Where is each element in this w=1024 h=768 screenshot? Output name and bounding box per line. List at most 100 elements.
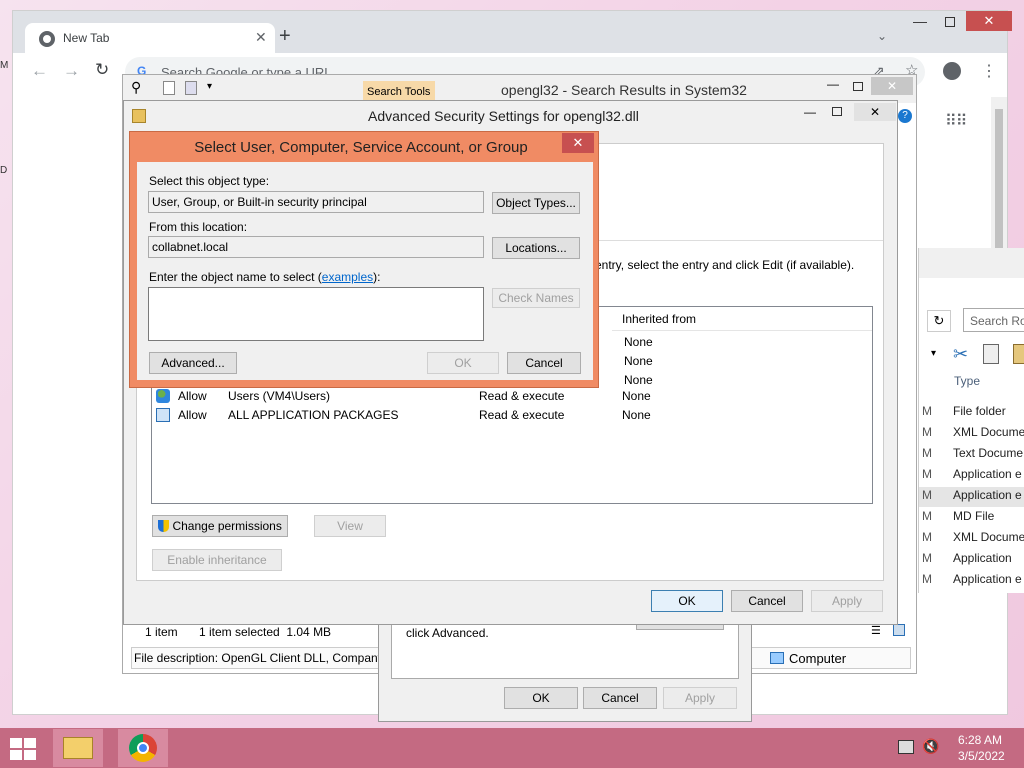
refresh-button[interactable]: ↻	[927, 310, 951, 332]
object-type-field: User, Group, or Built-in security princi…	[148, 191, 484, 213]
uac-shield-icon	[158, 520, 170, 532]
select-ok-button[interactable]: OK	[427, 352, 499, 374]
security-minimize[interactable]: —	[804, 105, 816, 119]
file-explorer-icon	[63, 737, 93, 759]
network-icon[interactable]	[898, 740, 914, 754]
enter-name-label: Enter the object name to select (example…	[149, 270, 380, 284]
tab-title: New Tab	[63, 31, 110, 45]
props-cancel-button[interactable]: Cancel	[583, 687, 657, 709]
chrome-icon	[39, 31, 55, 47]
file-row-type[interactable]: Application e	[953, 572, 1022, 586]
inherited-header-cell[interactable]: Inherited from	[612, 307, 872, 331]
object-name-textarea[interactable]	[148, 287, 484, 341]
details-view-icon[interactable]: ☰	[871, 624, 881, 637]
status-selected: 1 item selected 1.04 MB	[199, 625, 332, 639]
explorer-titlebar: ⚲ ▾ Search Tools opengl32 - Search Resul…	[123, 75, 916, 103]
back-button[interactable]: ←	[31, 61, 48, 81]
examples-link[interactable]: examples	[322, 270, 373, 284]
advanced-button[interactable]: Advanced...	[149, 352, 237, 374]
file-row-type[interactable]: Application	[953, 551, 1012, 565]
chrome-scrollbar[interactable]	[991, 97, 1007, 257]
file-row-type[interactable]: Text Docume	[953, 446, 1023, 460]
scrollbar-thumb[interactable]	[995, 109, 1003, 249]
profile-icon[interactable]	[943, 62, 961, 80]
tab-close-icon[interactable]: ✕	[255, 29, 267, 46]
security-close[interactable]: ✕	[854, 103, 896, 121]
file-row-type[interactable]: XML Docume	[953, 530, 1024, 544]
properties-icon[interactable]	[163, 81, 175, 95]
explorer-minimize[interactable]: —	[827, 77, 839, 91]
computer-icon	[770, 652, 784, 664]
instruction-text: entry, select the entry and click Edit (…	[595, 258, 855, 272]
users-group-icon	[156, 389, 170, 403]
props-apply-button[interactable]: Apply	[663, 687, 737, 709]
volume-muted-icon[interactable]: 🔇	[922, 738, 939, 755]
change-permissions-label: Change permissions	[172, 519, 282, 533]
object-type-label: Select this object type:	[149, 174, 270, 188]
paste-icon[interactable]	[1013, 344, 1024, 364]
windows-logo-icon	[10, 738, 36, 760]
start-button[interactable]	[8, 736, 38, 760]
location-value: collabnet.local	[152, 240, 229, 254]
view-button[interactable]: View	[314, 515, 386, 537]
select-cancel-button[interactable]: Cancel	[507, 352, 581, 374]
dialog-body: Select this object type: User, Group, or…	[137, 162, 593, 380]
copy-icon[interactable]	[983, 344, 999, 364]
security-ok-button[interactable]: OK	[651, 590, 723, 612]
props-ok-button[interactable]: OK	[504, 687, 578, 709]
file-row-type[interactable]: File folder	[953, 404, 1006, 418]
file-row-date-fragment: M	[922, 572, 932, 586]
file-row-type[interactable]: XML Docume	[953, 425, 1024, 439]
pane-header-strip	[919, 248, 1024, 278]
taskbar-file-explorer[interactable]	[53, 729, 103, 767]
permission-entry-row[interactable]: Allow ALL APPLICATION PACKAGES Read & ex…	[150, 406, 870, 425]
qat-dropdown-icon[interactable]: ▾	[207, 81, 212, 92]
properties-dialog: click Advanced. OK Cancel Apply	[378, 610, 752, 722]
explorer-maximize[interactable]	[853, 82, 863, 91]
tab-search-icon[interactable]: ⌄	[877, 29, 887, 43]
taskbar-chrome[interactable]	[118, 729, 168, 767]
file-description: File description: OpenGL Client DLL, Com…	[134, 651, 384, 665]
clock-date[interactable]: 3/5/2022	[958, 749, 1005, 763]
apps-grid-icon[interactable]: ⠿⠿	[945, 111, 967, 131]
change-permissions-button[interactable]: Change permissions	[152, 515, 288, 537]
reload-button[interactable]: ↻	[95, 60, 109, 80]
status-item-count: 1 item	[145, 625, 178, 639]
explorer-close[interactable]: ✕	[871, 77, 913, 95]
file-row-type[interactable]: Application e	[953, 467, 1022, 481]
new-folder-icon[interactable]	[185, 81, 197, 95]
search-box[interactable]: Search Ro	[963, 308, 1024, 332]
dialog-close-button[interactable]: ✕	[562, 133, 594, 153]
file-row-type[interactable]: Application e	[953, 488, 1022, 502]
new-tab-button[interactable]: +	[279, 25, 291, 48]
entry-access: Read & execute	[479, 408, 565, 422]
maximize-button[interactable]	[945, 17, 955, 27]
security-maximize[interactable]	[832, 107, 842, 116]
menu-kebab-icon[interactable]: ⋮	[981, 61, 997, 81]
entry-access: Read & execute	[479, 389, 565, 403]
large-icons-view-icon[interactable]	[893, 624, 905, 636]
file-row-date-fragment: M	[922, 509, 932, 523]
permission-entry-row[interactable]: Allow Users (VM4\Users) Read & execute N…	[150, 387, 870, 406]
object-types-button[interactable]: Object Types...	[492, 192, 580, 214]
minimize-button[interactable]: —	[913, 13, 927, 29]
clock-time[interactable]: 6:28 AM	[958, 733, 1002, 747]
security-apply-button[interactable]: Apply	[811, 590, 883, 612]
check-names-button[interactable]: Check Names	[492, 288, 580, 308]
select-user-dialog: Select User, Computer, Service Account, …	[129, 131, 599, 388]
help-icon[interactable]: ?	[898, 109, 912, 123]
enable-inheritance-button[interactable]: Enable inheritance	[152, 549, 282, 571]
ribbon-dropdown-icon[interactable]: ▾	[931, 348, 936, 359]
app-packages-icon	[156, 408, 170, 422]
file-row-type[interactable]: MD File	[953, 509, 994, 523]
security-cancel-button[interactable]: Cancel	[731, 590, 803, 612]
file-row-date-fragment: M	[922, 446, 932, 460]
locations-button[interactable]: Locations...	[492, 237, 580, 259]
forward-button[interactable]: →	[63, 61, 80, 81]
entry-principal: Users (VM4\Users)	[228, 389, 331, 403]
tab-new-tab[interactable]: New Tab ✕	[25, 23, 275, 55]
close-button[interactable]: ✕	[966, 11, 1012, 31]
cut-icon[interactable]: ✂	[953, 344, 968, 365]
type-column-header[interactable]: Type	[954, 374, 980, 388]
search-icon: ⚲	[131, 79, 142, 95]
